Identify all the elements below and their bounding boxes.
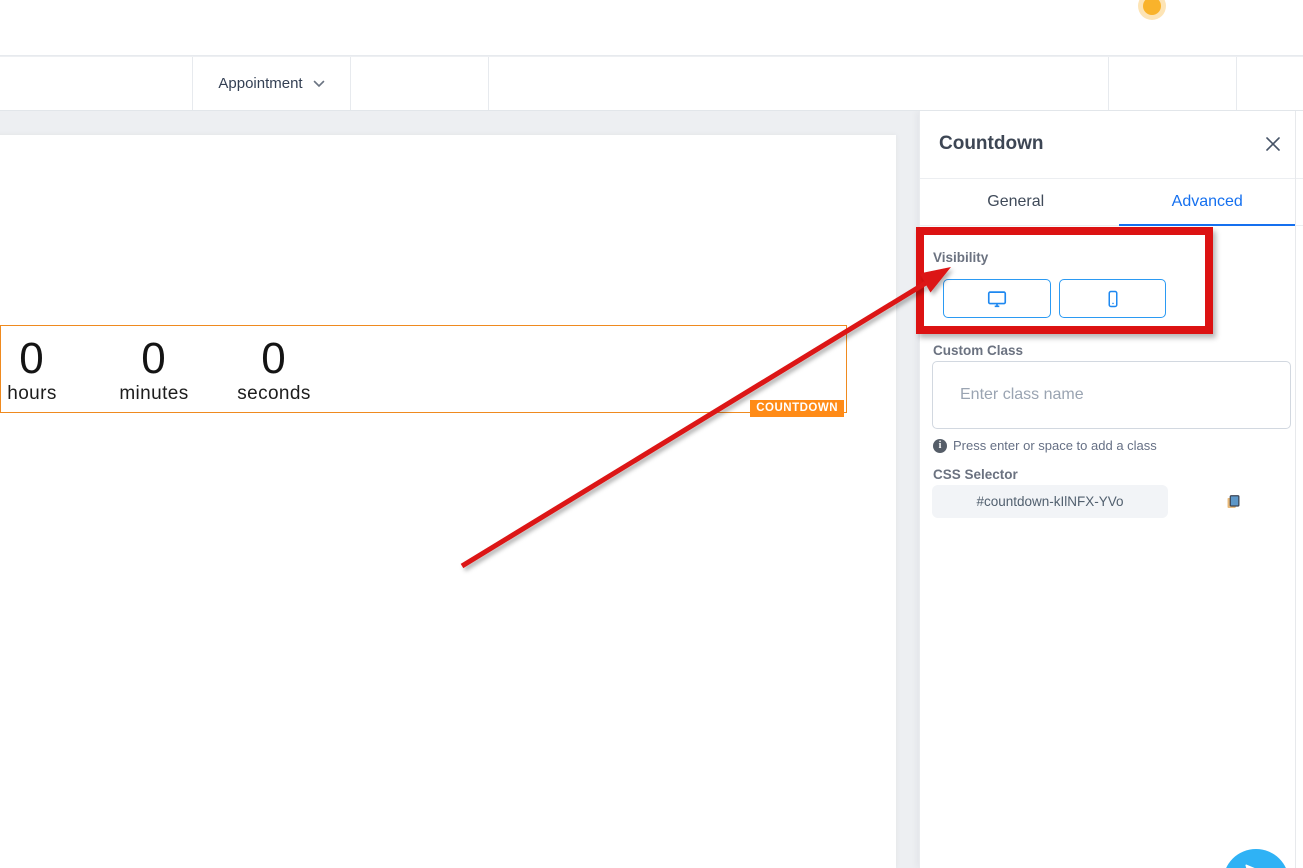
panel-scrollbar[interactable] xyxy=(1295,111,1296,868)
settings-panel: Countdown General Advanced Visibility xyxy=(919,111,1303,868)
countdown-minutes-label: minutes xyxy=(113,383,195,405)
countdown-unit-hours: 0 hours xyxy=(1,336,63,405)
canvas-page[interactable]: 0 hours 0 minutes 0 seconds COUNTDOWN xyxy=(0,135,896,868)
countdown-element[interactable]: 0 hours 0 minutes 0 seconds COUNTDOWN xyxy=(0,325,847,413)
countdown-unit-seconds: 0 seconds xyxy=(231,336,317,405)
custom-class-hint-text: Press enter or space to add a class xyxy=(953,438,1157,453)
toolbar-divider xyxy=(488,57,489,110)
toolbar-divider xyxy=(350,57,351,110)
countdown-hours-label: hours xyxy=(1,383,63,405)
countdown-selection-badge: COUNTDOWN xyxy=(750,400,844,417)
css-selector-value[interactable]: #countdown-kIlNFX-YVo xyxy=(932,485,1168,518)
custom-class-hint: i Press enter or space to add a class xyxy=(933,438,1157,453)
countdown-seconds-value: 0 xyxy=(231,336,317,382)
close-icon[interactable] xyxy=(1261,132,1285,156)
css-selector-label: CSS Selector xyxy=(933,467,1018,482)
countdown-minutes-value: 0 xyxy=(113,336,195,382)
toolbar-divider xyxy=(1236,57,1237,110)
tab-general[interactable]: General xyxy=(920,179,1112,225)
panel-tabs: General Advanced xyxy=(920,179,1303,226)
visibility-mobile-button[interactable] xyxy=(1059,279,1166,318)
visibility-desktop-button[interactable] xyxy=(943,279,1051,318)
desktop-icon xyxy=(986,288,1008,310)
custom-class-label: Custom Class xyxy=(933,343,1023,358)
countdown-unit-minutes: 0 minutes xyxy=(113,336,195,405)
top-header-bar xyxy=(0,0,1303,56)
page-selector-value: Appointment xyxy=(218,75,302,92)
panel-title: Countdown xyxy=(939,133,1043,155)
chevron-down-icon xyxy=(313,80,325,88)
editor-toolbar: Appointment xyxy=(0,57,1303,111)
page-selector-dropdown[interactable]: Appointment xyxy=(193,57,350,110)
toolbar-divider xyxy=(1108,57,1109,110)
tab-advanced[interactable]: Advanced xyxy=(1112,179,1303,225)
visibility-label: Visibility xyxy=(933,250,988,265)
page-builder-app: 0 hours 0 minutes 0 seconds COUNTDOWN Co… xyxy=(0,0,1303,868)
settings-panel-header: Countdown xyxy=(920,111,1303,179)
mobile-icon xyxy=(1103,289,1123,309)
chat-send-icon xyxy=(1243,861,1269,868)
countdown-hours-value: 0 xyxy=(1,336,63,382)
copy-icon[interactable] xyxy=(1220,489,1246,515)
countdown-seconds-label: seconds xyxy=(231,383,317,405)
info-icon: i xyxy=(933,439,947,453)
custom-class-input[interactable] xyxy=(932,361,1291,429)
